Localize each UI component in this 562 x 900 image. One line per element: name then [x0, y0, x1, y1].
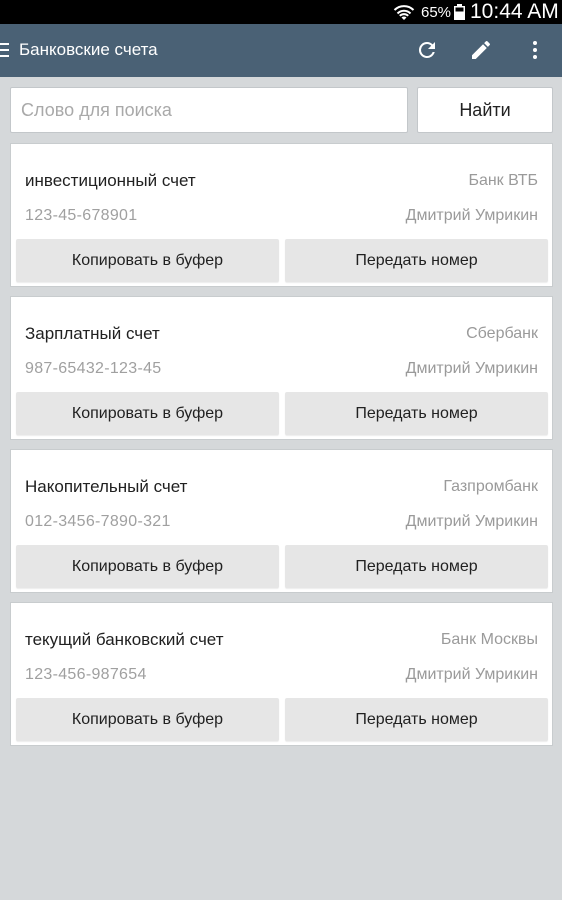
account-number: 123-45-678901 — [25, 207, 138, 224]
account-card: Накопительный счет Газпромбанк 012-3456-… — [10, 449, 553, 593]
bank-name: Банк Москвы — [440, 631, 538, 648]
account-name: текущий банковский счет — [25, 630, 224, 649]
search-button[interactable]: Найти — [417, 87, 553, 133]
bank-name: Газпромбанк — [443, 478, 538, 495]
status-bar: 65% 10:44 AM — [0, 0, 562, 24]
wifi-icon — [393, 5, 415, 20]
app-bar: Банковские счета — [0, 24, 562, 77]
bank-name: Банк ВТБ — [468, 172, 538, 189]
menu-icon[interactable] — [0, 41, 10, 59]
send-number-button[interactable]: Передать номер — [285, 545, 548, 588]
search-input[interactable] — [10, 87, 408, 133]
send-number-button[interactable]: Передать номер — [285, 698, 548, 741]
copy-to-clipboard-button[interactable]: Копировать в буфер — [16, 239, 279, 282]
page-title: Банковские счета — [19, 40, 158, 59]
account-number: 987-65432-123-45 — [25, 360, 162, 377]
account-card: Зарплатный счет Сбербанк 987-65432-123-4… — [10, 296, 553, 440]
account-list: инвестиционный счет Банк ВТБ 123-45-6789… — [10, 143, 553, 755]
edit-icon[interactable] — [469, 38, 493, 62]
owner-name: Дмитрий Умрикин — [405, 360, 538, 377]
send-number-button[interactable]: Передать номер — [285, 392, 548, 435]
copy-to-clipboard-button[interactable]: Копировать в буфер — [16, 545, 279, 588]
account-name: Зарплатный счет — [25, 324, 160, 343]
copy-to-clipboard-button[interactable]: Копировать в буфер — [16, 392, 279, 435]
account-name: инвестиционный счет — [25, 171, 196, 190]
account-card: текущий банковский счет Банк Москвы 123-… — [10, 602, 553, 746]
refresh-icon[interactable] — [415, 38, 439, 62]
battery-icon — [454, 4, 465, 20]
copy-to-clipboard-button[interactable]: Копировать в буфер — [16, 698, 279, 741]
more-vert-icon[interactable] — [523, 38, 547, 62]
owner-name: Дмитрий Умрикин — [405, 513, 538, 530]
clock: 10:44 AM — [470, 0, 559, 23]
account-number: 123-456-987654 — [25, 666, 147, 683]
account-name: Накопительный счет — [25, 477, 188, 496]
owner-name: Дмитрий Умрикин — [405, 666, 538, 683]
send-number-button[interactable]: Передать номер — [285, 239, 548, 282]
battery-percent: 65% — [421, 4, 452, 21]
account-number: 012-3456-7890-321 — [25, 513, 171, 530]
owner-name: Дмитрий Умрикин — [405, 207, 538, 224]
account-card: инвестиционный счет Банк ВТБ 123-45-6789… — [10, 143, 553, 287]
bank-name: Сбербанк — [466, 325, 538, 342]
